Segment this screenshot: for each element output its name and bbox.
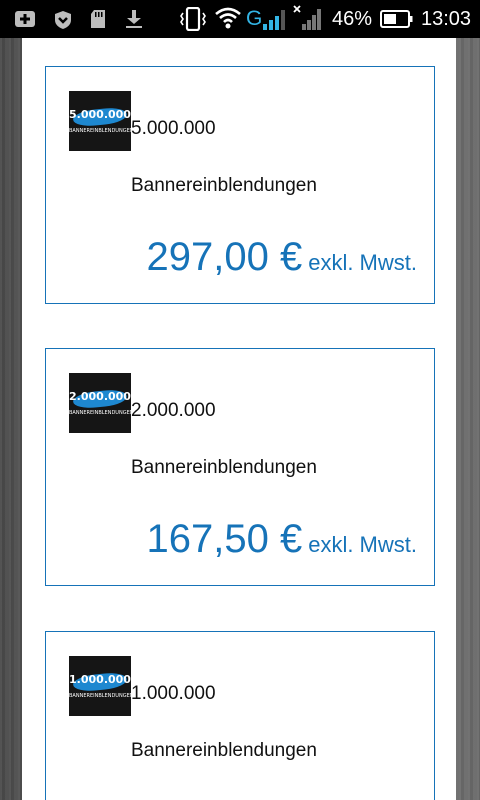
download-icon [125, 9, 143, 34]
package-thumbnail: 5.000.000 BANNEREINBLENDUNGEN [69, 91, 131, 151]
sd-card-icon [90, 9, 106, 34]
price-row: 167,50 € exkl. Mwst. [147, 517, 418, 562]
impression-unit: Bannereinblendungen [131, 457, 317, 478]
package-thumbnail: 1.000.000 BANNEREINBLENDUNGEN [69, 656, 131, 716]
thumbnail-number: 2.000.000 [69, 390, 131, 403]
impression-unit: Bannereinblendungen [131, 740, 317, 761]
thumbnail-caption: BANNEREINBLENDUNGEN [69, 410, 131, 416]
package-thumbnail: 2.000.000 BANNEREINBLENDUNGEN [69, 373, 131, 433]
package-list: 5.000.000 BANNEREINBLENDUNGEN 5.000.000 … [22, 38, 456, 800]
impression-count: 5.000.000 [131, 118, 216, 139]
signal-icon [262, 6, 290, 37]
no-signal-icon [292, 4, 324, 37]
shield-icon [54, 10, 72, 35]
price: 297,00 € [146, 235, 303, 279]
thumbnail-number: 5.000.000 [69, 108, 131, 121]
package-card[interactable]: 2.000.000 BANNEREINBLENDUNGEN 2.000.000 … [45, 348, 435, 586]
package-card[interactable]: 1.000.000 BANNEREINBLENDUNGEN 1.000.000 … [45, 631, 435, 800]
price: 167,50 € [146, 517, 303, 561]
thumbnail-number: 1.000.000 [69, 673, 131, 686]
battery-percent: 46% [332, 8, 373, 30]
thumbnail-caption: BANNEREINBLENDUNGEN [69, 128, 131, 134]
thumbnail-caption: BANNEREINBLENDUNGEN [69, 693, 131, 699]
clock: 13:03 [421, 8, 472, 30]
package-card[interactable]: 5.000.000 BANNEREINBLENDUNGEN 5.000.000 … [45, 66, 435, 304]
status-bar: G 46% 13:03 [0, 0, 480, 38]
add-icon [14, 10, 36, 33]
tax-note: exkl. Mwst. [308, 250, 417, 275]
network-type: G [246, 7, 263, 30]
impression-unit: Bannereinblendungen [131, 175, 317, 196]
battery-icon [380, 9, 414, 34]
tax-note: exkl. Mwst. [308, 532, 417, 557]
wifi-icon [214, 6, 242, 35]
impression-count: 2.000.000 [131, 400, 216, 421]
vibrate-icon [180, 6, 206, 36]
impression-count: 1.000.000 [131, 683, 216, 704]
price-row: 297,00 € exkl. Mwst. [147, 235, 418, 280]
